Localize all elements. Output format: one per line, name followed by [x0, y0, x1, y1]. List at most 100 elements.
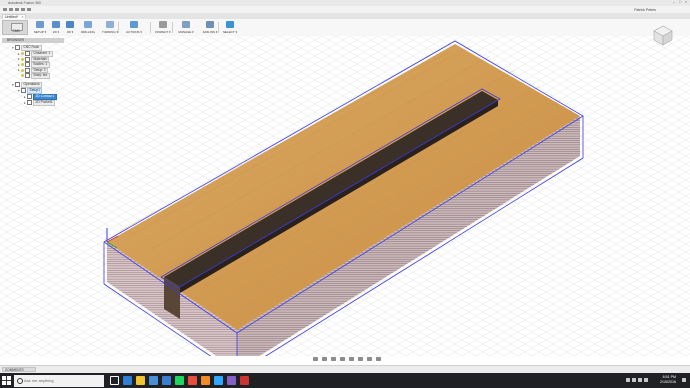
comments-bar: COMMENTS [0, 365, 690, 373]
store-icon[interactable] [149, 376, 158, 385]
app-icon[interactable] [240, 376, 249, 385]
mail-icon[interactable] [162, 376, 171, 385]
grid-icon[interactable] [367, 356, 372, 361]
browser-node[interactable]: ▾ Setup1 [18, 88, 43, 94]
ribbon-button-9[interactable]: SELECT ▾ [222, 20, 238, 35]
visibility-bulb-icon[interactable] [21, 74, 24, 78]
browser-node[interactable]: ▾ Operations [12, 82, 43, 88]
ribbon-button-6[interactable]: INSPECT ▾ [154, 20, 172, 35]
explorer-icon[interactable] [136, 376, 145, 385]
window-title: Autodesk Fusion 360 [8, 0, 41, 5]
zoom-icon[interactable] [331, 356, 336, 361]
user-name[interactable]: Patrick Peters [634, 8, 656, 12]
task-view-icon[interactable] [110, 376, 119, 385]
viewports-icon[interactable] [376, 356, 381, 361]
browser-node[interactable]: ▾ CNC Rock [12, 45, 42, 51]
workspace-switcher[interactable]: CAM [2, 20, 28, 35]
ribbon-button-label: ADD-INS ▾ [202, 30, 218, 34]
ribbon-button-5[interactable]: ACTIONS ▾ [124, 20, 144, 35]
browser-node[interactable]: ▸ Materials [18, 56, 50, 63]
actions-icon [130, 21, 138, 28]
close-button[interactable]: × [684, 0, 688, 4]
file-icon[interactable] [9, 7, 13, 11]
ribbon-button-4[interactable]: TURNING ▾ [100, 20, 120, 35]
display-icon[interactable] [358, 356, 363, 361]
ribbon-button-label: DRILLING [81, 30, 95, 34]
notifications-icon[interactable] [682, 377, 686, 382]
ribbon-separator [150, 22, 151, 33]
ribbon-button-label: MANAGE ▾ [178, 30, 194, 34]
folder-icon [15, 82, 20, 88]
visibility-bulb-icon[interactable] [21, 52, 24, 56]
pan-icon[interactable] [322, 356, 327, 361]
minimize-button[interactable]: – [672, 0, 676, 4]
comments-panel[interactable]: COMMENTS [2, 367, 36, 372]
add-ins-icon [206, 21, 214, 28]
network-icon[interactable] [632, 377, 636, 382]
redo-icon[interactable] [27, 7, 31, 11]
volume-icon[interactable] [638, 377, 642, 382]
browser-node[interactable]: ▸ 2D Contour1 [24, 94, 57, 100]
3d-icon [66, 21, 74, 28]
visibility-bulb-icon[interactable] [21, 68, 24, 72]
grid-menu-icon[interactable] [3, 7, 7, 11]
taskbar-search-box[interactable]: Ask me anything [14, 374, 104, 387]
browser-panel: BROWSER ▾ CNC Rock ▸ Unsaved: 1 ▸ Materials ▸ B… [2, 38, 72, 122]
ribbon-separator [218, 22, 219, 33]
2d-icon [52, 21, 60, 28]
ribbon-button-label: TURNING ▾ [101, 30, 118, 34]
ribbon-button-1[interactable]: 2D ▾ [50, 20, 62, 35]
browser-node[interactable]: ▸ Unsaved: 1 [18, 51, 53, 57]
browser-node[interactable]: ▸ Bodies: 1 [18, 62, 50, 68]
ribbon-button-0[interactable]: SETUP ▾ [32, 20, 48, 35]
fusion-icon[interactable] [201, 376, 210, 385]
browser-node-label: 2D Pocket1 [33, 100, 56, 106]
ribbon-button-label: ACTIONS ▾ [126, 30, 142, 34]
tray-chevron-icon[interactable] [626, 377, 630, 382]
browser-node-label: 2D Contour1 [33, 94, 57, 100]
browser-node-label: Setup1 [27, 88, 43, 94]
viewcube-icon[interactable] [652, 24, 674, 46]
ribbon-button-label: INSPECT ▾ [155, 30, 171, 34]
chrome-icon[interactable] [188, 376, 197, 385]
quick-access-toolbar: Patrick Peters [0, 6, 690, 13]
workspace-label: CAM [12, 29, 20, 33]
visibility-bulb-icon[interactable] [21, 63, 24, 67]
visibility-bulb-icon[interactable] [21, 57, 24, 61]
edge-icon[interactable] [123, 376, 132, 385]
browser-node[interactable]: ▸ 2D Pocket1 [24, 100, 56, 106]
toolpath-icon [27, 94, 32, 100]
browser-header[interactable]: BROWSER [2, 38, 64, 43]
folder-icon [21, 88, 26, 94]
windows-taskbar: Ask me anything 8:51 PM 2/15/2016 [0, 373, 690, 388]
ribbon-separator [172, 22, 173, 33]
keyboard-icon[interactable] [644, 377, 648, 382]
setup-icon [36, 21, 44, 28]
folder-icon [15, 45, 20, 51]
ribbon-button-3[interactable]: DRILLING [80, 20, 96, 35]
turning-icon [106, 21, 114, 28]
browser-node[interactable]: ▸ Setup: 1 [18, 67, 49, 74]
fit-icon[interactable] [340, 356, 345, 361]
windows-start-icon[interactable] [2, 376, 11, 385]
ribbon-button-2[interactable]: 3D ▾ [64, 20, 76, 35]
ribbon-button-label: SETUP ▾ [33, 30, 47, 34]
ribbon-button-8[interactable]: ADD-INS ▾ [200, 20, 220, 35]
manage-icon [182, 21, 190, 28]
taskbar-clock[interactable]: 8:51 PM 2/15/2016 [660, 375, 676, 385]
photoshop-icon[interactable] [214, 376, 223, 385]
ribbon-button-7[interactable]: MANAGE ▾ [176, 20, 196, 35]
maximize-button[interactable]: □ [678, 0, 682, 4]
save-icon[interactable] [15, 7, 19, 11]
undo-icon[interactable] [21, 7, 25, 11]
canvas-viewport[interactable] [0, 36, 690, 356]
visual-studio-icon[interactable] [227, 376, 236, 385]
look-icon[interactable] [349, 356, 354, 361]
ribbon-separator [118, 22, 119, 33]
navigation-toolbar [305, 356, 395, 362]
spotify-icon[interactable] [175, 376, 184, 385]
document-tab-label: Untitled* [5, 14, 19, 19]
orbit-icon[interactable] [313, 356, 318, 361]
select-icon [226, 21, 234, 28]
browser-node[interactable]: Body: tex [18, 73, 50, 79]
